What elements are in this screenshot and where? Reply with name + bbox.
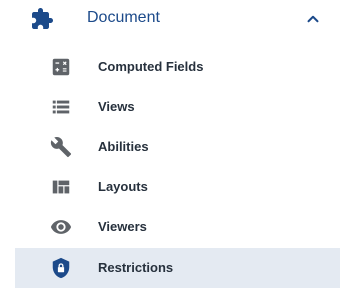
nav-item-label: Views — [98, 99, 135, 114]
nav-item-label: Restrictions — [98, 260, 174, 275]
nav-item-viewers[interactable]: Viewers — [15, 207, 340, 247]
wrench-icon — [50, 136, 72, 158]
nav-item-computed-fields[interactable]: Computed Fields — [15, 47, 340, 87]
layout-icon — [50, 176, 72, 198]
list-icon — [50, 96, 72, 118]
nav-item-layouts[interactable]: Layouts — [15, 167, 340, 207]
group-title: Document — [87, 9, 160, 26]
document-group-header[interactable]: Document — [0, 0, 340, 38]
nav-item-label: Layouts — [98, 179, 148, 194]
nav-item-label: Viewers — [98, 219, 147, 234]
nav-item-restrictions[interactable]: Restrictions — [15, 248, 340, 288]
eye-icon — [50, 216, 72, 238]
sidebar-nav: Document Computed Fields Views Abilities… — [0, 0, 340, 291]
nav-item-views[interactable]: Views — [15, 87, 340, 127]
shield-lock-icon — [50, 257, 72, 279]
nav-item-label: Abilities — [98, 139, 149, 154]
nav-item-label: Computed Fields — [98, 59, 204, 74]
chevron-up-icon[interactable] — [304, 10, 322, 28]
nav-item-abilities[interactable]: Abilities — [15, 127, 340, 167]
puzzle-icon — [30, 7, 54, 31]
calculator-icon — [50, 56, 72, 78]
